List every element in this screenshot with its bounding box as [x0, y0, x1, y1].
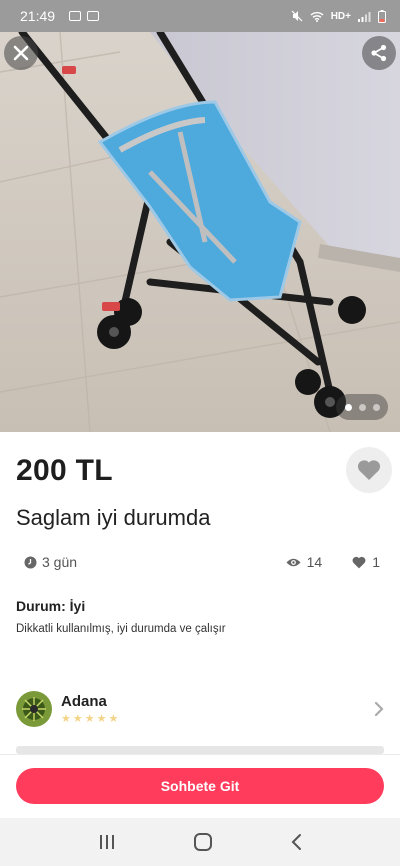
- star-icon: ★: [108, 713, 119, 725]
- heart-icon: [352, 556, 366, 568]
- share-button[interactable]: [362, 36, 396, 70]
- star-icon: ★: [96, 713, 107, 725]
- view-count: 14: [306, 554, 323, 570]
- signal-icon: [358, 11, 371, 22]
- favorite-count: 1: [372, 554, 380, 570]
- status-time: 21:49: [20, 8, 56, 24]
- location-map-preview[interactable]: [16, 746, 384, 754]
- close-button[interactable]: [4, 36, 38, 70]
- clock-icon: [24, 556, 37, 568]
- favorite-button[interactable]: [346, 447, 392, 493]
- eye-icon: [286, 558, 301, 566]
- product-photo[interactable]: [0, 32, 400, 432]
- chat-button[interactable]: Sohbete Git: [16, 768, 384, 804]
- network-type-label: HD+: [330, 10, 351, 22]
- recents-icon[interactable]: [98, 834, 116, 850]
- seller-rating: ★ ★ ★ ★ ★: [61, 714, 118, 725]
- battery-icon: [378, 9, 386, 23]
- gallery-pagination[interactable]: [336, 394, 388, 420]
- status-bar: 21:49 HD+: [0, 0, 400, 32]
- gallery-dot[interactable]: [358, 403, 366, 411]
- listing-description: Dikkatli kullanılmış, iyi durumda ve çal…: [16, 623, 226, 635]
- gallery-dot[interactable]: [344, 403, 352, 411]
- seller-chevron[interactable]: [374, 701, 384, 717]
- heart-icon: [357, 460, 381, 480]
- star-icon: ★: [72, 713, 83, 725]
- home-icon[interactable]: [193, 832, 213, 852]
- listing-price: 200 TL: [16, 454, 113, 487]
- seller-name[interactable]: Adana: [61, 693, 118, 710]
- share-icon: [371, 44, 387, 62]
- system-nav-bar: [0, 818, 400, 866]
- star-icon: ★: [84, 713, 95, 725]
- mute-icon: [291, 10, 303, 22]
- close-icon: [13, 45, 29, 61]
- app-notification-icon: [87, 11, 100, 21]
- star-icon: ★: [61, 713, 71, 725]
- wifi-icon: [310, 11, 324, 22]
- listing-title: Saglam iyi durumda: [16, 505, 211, 530]
- seller-row[interactable]: Adana ★ ★ ★ ★ ★: [16, 689, 384, 729]
- posted-ago: 3 gün: [42, 554, 78, 570]
- chevron-right-icon: [374, 701, 384, 717]
- gallery-dot[interactable]: [372, 403, 380, 411]
- condition-label: Durum: İyi: [16, 598, 86, 614]
- listing-meta: 3 gün 14 1: [24, 552, 380, 572]
- gallery-notification-icon: [69, 11, 82, 21]
- back-icon[interactable]: [290, 833, 302, 851]
- avatar[interactable]: [16, 691, 52, 727]
